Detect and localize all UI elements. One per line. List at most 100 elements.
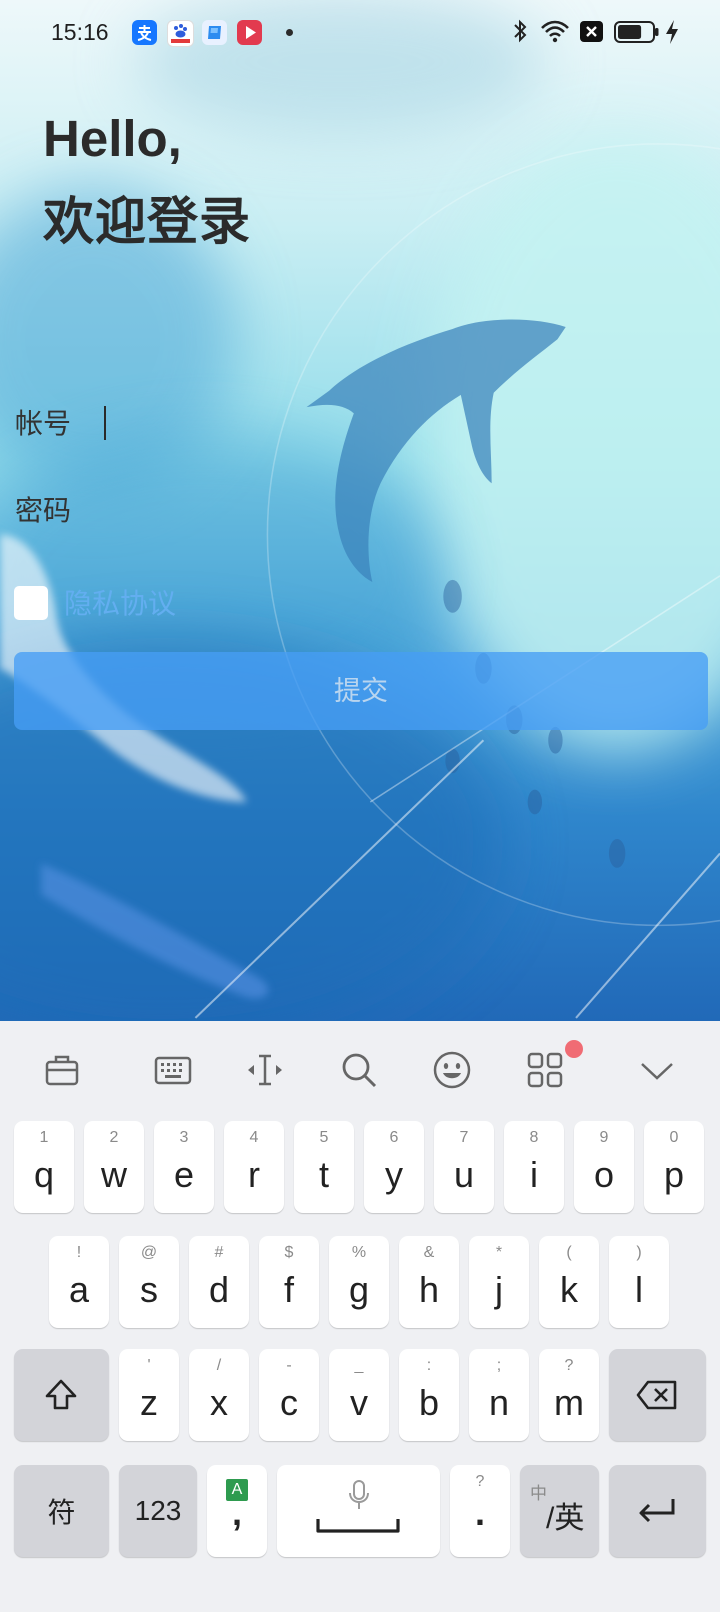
- key-sub-label: (: [566, 1244, 572, 1261]
- briefcase-icon[interactable]: [42, 1050, 82, 1090]
- key-g[interactable]: % g: [329, 1236, 389, 1328]
- text-cursor-icon[interactable]: [245, 1050, 285, 1090]
- key-d[interactable]: # d: [189, 1236, 249, 1328]
- key-main-label: .: [474, 1492, 485, 1533]
- wifi-icon: [541, 20, 569, 43]
- key-sub-label: 1: [39, 1129, 49, 1146]
- key-c[interactable]: -c: [259, 1349, 319, 1441]
- space-bar-icon: [316, 1519, 400, 1533]
- key-x[interactable]: / x: [189, 1349, 249, 1441]
- no-sim-icon: [580, 21, 603, 42]
- bluetooth-icon: [514, 19, 527, 43]
- key-j[interactable]: * j: [469, 1236, 529, 1328]
- key-sub-label: *: [495, 1244, 503, 1261]
- key-a[interactable]: ! a: [49, 1236, 109, 1328]
- language-switch-key[interactable]: 中 /英: [520, 1465, 599, 1557]
- key-main-label: p: [663, 1154, 685, 1195]
- key-h[interactable]: & h: [399, 1236, 459, 1328]
- key-i[interactable]: 8i: [504, 1121, 564, 1213]
- key-main-label: w: [101, 1154, 127, 1195]
- privacy-agreement-link[interactable]: 隐私协议: [64, 586, 176, 622]
- key-p[interactable]: 0p: [644, 1121, 704, 1213]
- key-main-label: r: [248, 1154, 260, 1195]
- key-main-label: q: [33, 1154, 55, 1195]
- key-sub-label: $: [284, 1244, 294, 1261]
- baidu-icon: [167, 20, 194, 47]
- key-main-label: h: [418, 1269, 440, 1310]
- key-main-label: n: [488, 1382, 510, 1423]
- key-sub-label: ): [636, 1244, 642, 1261]
- key-u[interactable]: 7u: [434, 1121, 494, 1213]
- key-sub-label: 7: [459, 1129, 469, 1146]
- password-input[interactable]: [104, 491, 688, 533]
- key-sub-label: 6: [389, 1129, 399, 1146]
- key-sub-label: %: [351, 1244, 367, 1261]
- greeting-welcome: 欢迎登录: [43, 193, 252, 250]
- key-f[interactable]: $ f: [259, 1236, 319, 1328]
- numbers-key[interactable]: 123: [119, 1465, 197, 1557]
- language-chinese-label: 中: [530, 1484, 547, 1503]
- space-key[interactable]: [277, 1465, 440, 1557]
- symbols-key[interactable]: 符: [14, 1465, 109, 1557]
- key-main-label: v: [350, 1382, 368, 1423]
- period-key[interactable]: ? .: [450, 1465, 510, 1557]
- alipay-icon: [132, 20, 157, 45]
- apps-grid-icon[interactable]: [525, 1050, 565, 1090]
- key-r[interactable]: 4r: [224, 1121, 284, 1213]
- privacy-checkbox[interactable]: [14, 586, 48, 620]
- key-sub-label: &: [423, 1244, 435, 1261]
- enter-key[interactable]: [609, 1465, 706, 1557]
- keyboard-icon[interactable]: [153, 1050, 193, 1090]
- key-sub-label: ?: [475, 1473, 485, 1490]
- key-o[interactable]: 9o: [574, 1121, 634, 1213]
- keyboard-row-2: ! a @ s # d $ f % g & h * j (k ) l: [49, 1236, 669, 1328]
- key-w[interactable]: 2w: [84, 1121, 144, 1213]
- language-english-label: /英: [546, 1502, 585, 1535]
- key-v[interactable]: _ v: [329, 1349, 389, 1441]
- more-notifications-dot: [286, 29, 293, 36]
- account-label: 帐号: [15, 408, 72, 439]
- key-q[interactable]: 1q: [14, 1121, 74, 1213]
- key-sub-label: 0: [669, 1129, 679, 1146]
- key-m[interactable]: ? m: [539, 1349, 599, 1441]
- key-main-label: t: [318, 1154, 329, 1195]
- key-l[interactable]: ) l: [609, 1236, 669, 1328]
- key-z[interactable]: ' z: [119, 1349, 179, 1441]
- key-sub-label: @: [140, 1244, 158, 1261]
- chevron-down-icon[interactable]: [637, 1050, 677, 1090]
- microphone-icon: [349, 1480, 369, 1509]
- key-t[interactable]: 5t: [294, 1121, 354, 1213]
- shift-key[interactable]: [14, 1349, 109, 1441]
- backspace-key[interactable]: [609, 1349, 706, 1441]
- key-main-label: k: [560, 1269, 578, 1310]
- key-main-label: e: [173, 1154, 195, 1195]
- battery-icon: [614, 21, 659, 43]
- charging-icon: [666, 20, 678, 44]
- key-sub-label: -: [286, 1357, 292, 1374]
- status-bar: 15:16: [0, 0, 720, 62]
- comma-key[interactable]: A ,: [207, 1465, 267, 1557]
- search-icon[interactable]: [339, 1050, 379, 1090]
- key-sub-label: 8: [529, 1129, 539, 1146]
- key-k[interactable]: (k: [539, 1236, 599, 1328]
- key-b[interactable]: :b: [399, 1349, 459, 1441]
- key-main-label: l: [635, 1269, 643, 1310]
- key-sub-label: 4: [249, 1129, 259, 1146]
- key-sub-label: 9: [599, 1129, 609, 1146]
- key-s[interactable]: @ s: [119, 1236, 179, 1328]
- key-e[interactable]: 3e: [154, 1121, 214, 1213]
- emoji-icon[interactable]: [432, 1050, 472, 1090]
- key-main-label: ,: [231, 1492, 242, 1533]
- key-sub-label: /: [216, 1357, 222, 1374]
- status-time: 15:16: [51, 19, 109, 45]
- backspace-icon: [636, 1380, 677, 1410]
- key-sub-label: 5: [319, 1129, 329, 1146]
- key-main-label: f: [283, 1269, 294, 1310]
- account-input[interactable]: [104, 404, 688, 446]
- key-y[interactable]: 6y: [364, 1121, 424, 1213]
- key-sub-label: _: [354, 1357, 364, 1374]
- submit-button[interactable]: 提交: [14, 652, 708, 730]
- text-cursor: [104, 406, 106, 440]
- key-n[interactable]: ; n: [469, 1349, 529, 1441]
- key-sub-label: :: [426, 1357, 432, 1374]
